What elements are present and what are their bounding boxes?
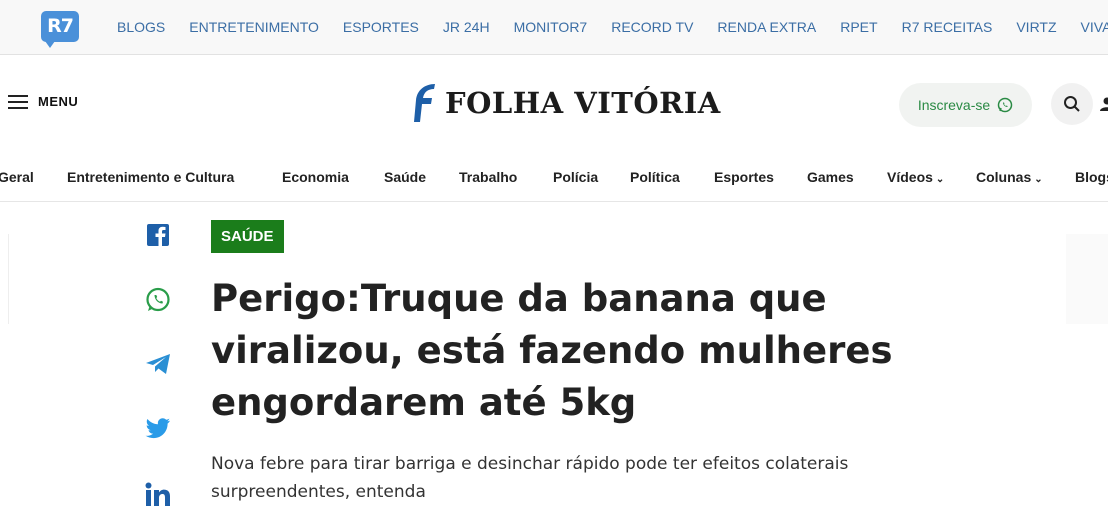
r7-links: BLOGS ENTRETENIMENTO ESPORTES JR 24H MON…	[117, 19, 1108, 35]
menu-label: MENU	[38, 94, 79, 109]
nav-item-politica[interactable]: Política	[630, 169, 680, 185]
r7-topbar: R7 BLOGS ENTRETENIMENTO ESPORTES JR 24H …	[0, 0, 1108, 55]
user-button[interactable]	[1099, 96, 1108, 112]
nav-item-videos[interactable]: Vídeos ⌄	[887, 169, 944, 185]
share-whatsapp-button[interactable]	[145, 287, 171, 313]
nav-item-economia[interactable]: Economia	[282, 169, 349, 185]
r7-link-blogs[interactable]: BLOGS	[117, 19, 165, 35]
facebook-icon	[147, 224, 169, 246]
search-icon	[1064, 96, 1080, 112]
nav-item-trabalho[interactable]: Trabalho	[459, 169, 517, 185]
subscribe-label: Inscreva-se	[917, 97, 991, 113]
r7-link-recordtv[interactable]: RECORD TV	[611, 19, 693, 35]
category-nav: Geral Entretenimento e Cultura Economia …	[0, 161, 1108, 202]
site-logo-text: FOLHA VITÓRIA	[445, 86, 721, 120]
r7-link-receitas[interactable]: R7 RECEITAS	[902, 19, 993, 35]
chevron-down-icon: ⌄	[1034, 174, 1043, 185]
chevron-down-icon: ⌄	[935, 174, 945, 185]
telegram-icon	[146, 354, 170, 374]
twitter-icon	[145, 418, 170, 439]
nav-item-entretenimento[interactable]: Entretenimento e Cultura	[67, 169, 234, 185]
share-twitter-button[interactable]	[145, 416, 171, 442]
menu-button[interactable]: MENU	[8, 94, 78, 109]
r7-link-virtz[interactable]: VIRTZ	[1016, 19, 1056, 35]
r7-link-monitor7[interactable]: MONITOR7	[514, 19, 588, 35]
site-logo[interactable]: FOLHA VITÓRIA	[411, 82, 721, 124]
nav-item-esportes[interactable]: Esportes	[714, 169, 774, 185]
linkedin-icon	[145, 482, 170, 506]
whatsapp-icon	[146, 287, 170, 312]
nav-item-policia[interactable]: Polícia	[553, 169, 598, 185]
article-title: Perigo:Truque da banana que viralizou, e…	[211, 277, 893, 424]
nav-item-videos-label: Vídeos	[887, 169, 933, 185]
whatsapp-icon	[997, 97, 1013, 113]
ad-slot-right	[1066, 234, 1108, 324]
nav-item-geral[interactable]: Geral	[0, 169, 34, 185]
nav-item-colunas-label: Colunas	[976, 169, 1032, 185]
nav-item-colunas[interactable]: Colunas ⌄	[976, 169, 1043, 185]
ad-slot-left	[8, 234, 9, 324]
r7-link-entretenimento[interactable]: ENTRETENIMENTO	[189, 19, 319, 35]
r7-link-renda-extra[interactable]: RENDA EXTRA	[717, 19, 816, 35]
nav-item-saude[interactable]: Saúde	[384, 169, 426, 185]
r7-link-esportes[interactable]: ESPORTES	[343, 19, 419, 35]
menu-icon	[8, 94, 28, 109]
r7-logo[interactable]: R7	[41, 11, 79, 48]
nav-item-games[interactable]: Games	[807, 169, 854, 185]
folha-logo-mark-icon	[414, 84, 435, 122]
subscribe-button[interactable]: Inscreva-se	[899, 83, 1032, 127]
r7-link-jr24h[interactable]: JR 24H	[443, 19, 490, 35]
user-icon	[1100, 97, 1108, 111]
nav-item-blogs[interactable]: Blogs	[1075, 169, 1108, 185]
r7-link-rpet[interactable]: RPET	[840, 19, 877, 35]
share-linkedin-button[interactable]	[145, 481, 171, 507]
search-button[interactable]	[1051, 83, 1093, 125]
share-telegram-button[interactable]	[145, 351, 171, 377]
article-subtitle: Nova febre para tirar barriga e desincha…	[211, 454, 849, 502]
r7-link-viva-a-vida[interactable]: VIVA A VIDA	[1081, 19, 1108, 35]
share-facebook-button[interactable]	[145, 222, 171, 248]
category-tag[interactable]: SAÚDE	[211, 220, 284, 253]
